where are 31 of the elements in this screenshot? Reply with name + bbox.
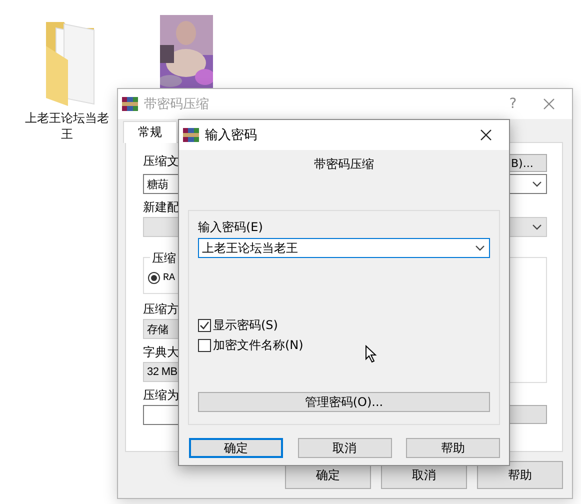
radio-button[interactable] — [148, 272, 160, 284]
password-field[interactable]: 上老王论坛当老王 — [198, 238, 490, 258]
field-label: 压缩文 — [143, 154, 179, 169]
tab[interactable]: 常规 — [123, 121, 177, 143]
checkbox-label: 显示密码(S) — [213, 316, 278, 334]
checkbox[interactable] — [198, 318, 211, 332]
checkbox[interactable] — [198, 338, 211, 352]
chevron-down-icon[interactable] — [532, 181, 542, 187]
books-icon — [122, 96, 138, 112]
dialog-title: 输入密码 — [205, 127, 258, 144]
field-label: 压缩方 — [143, 302, 179, 317]
window-title: 带密码压缩 — [144, 96, 210, 113]
manage-button[interactable]: 管理密码(O)... — [198, 392, 490, 412]
field-label: 压缩为 — [143, 388, 179, 403]
field-label: 字典大 — [143, 345, 179, 360]
close-icon[interactable] — [480, 129, 492, 141]
field-label: 输入密码(E) — [198, 220, 263, 235]
books-icon — [183, 127, 199, 143]
cursor-icon — [365, 345, 377, 363]
chevron-down-icon[interactable] — [475, 245, 485, 251]
dialog-heading: 带密码压缩 — [313, 157, 375, 172]
dialog-button[interactable]: 帮助 — [406, 438, 500, 458]
dialog-button[interactable]: 确定 — [189, 438, 283, 458]
dialog-button[interactable]: 取消 — [298, 438, 392, 458]
dialog-button[interactable]: 帮助 — [477, 461, 563, 489]
file-name: 上老王论坛当老王 — [24, 110, 110, 142]
checkbox-label: 加密文件名称(N) — [213, 336, 304, 354]
options-button[interactable] — [509, 405, 547, 424]
field-label: 新建配 — [143, 200, 179, 215]
radio-label: RA — [163, 272, 176, 284]
help-button[interactable]: ? — [498, 92, 528, 116]
